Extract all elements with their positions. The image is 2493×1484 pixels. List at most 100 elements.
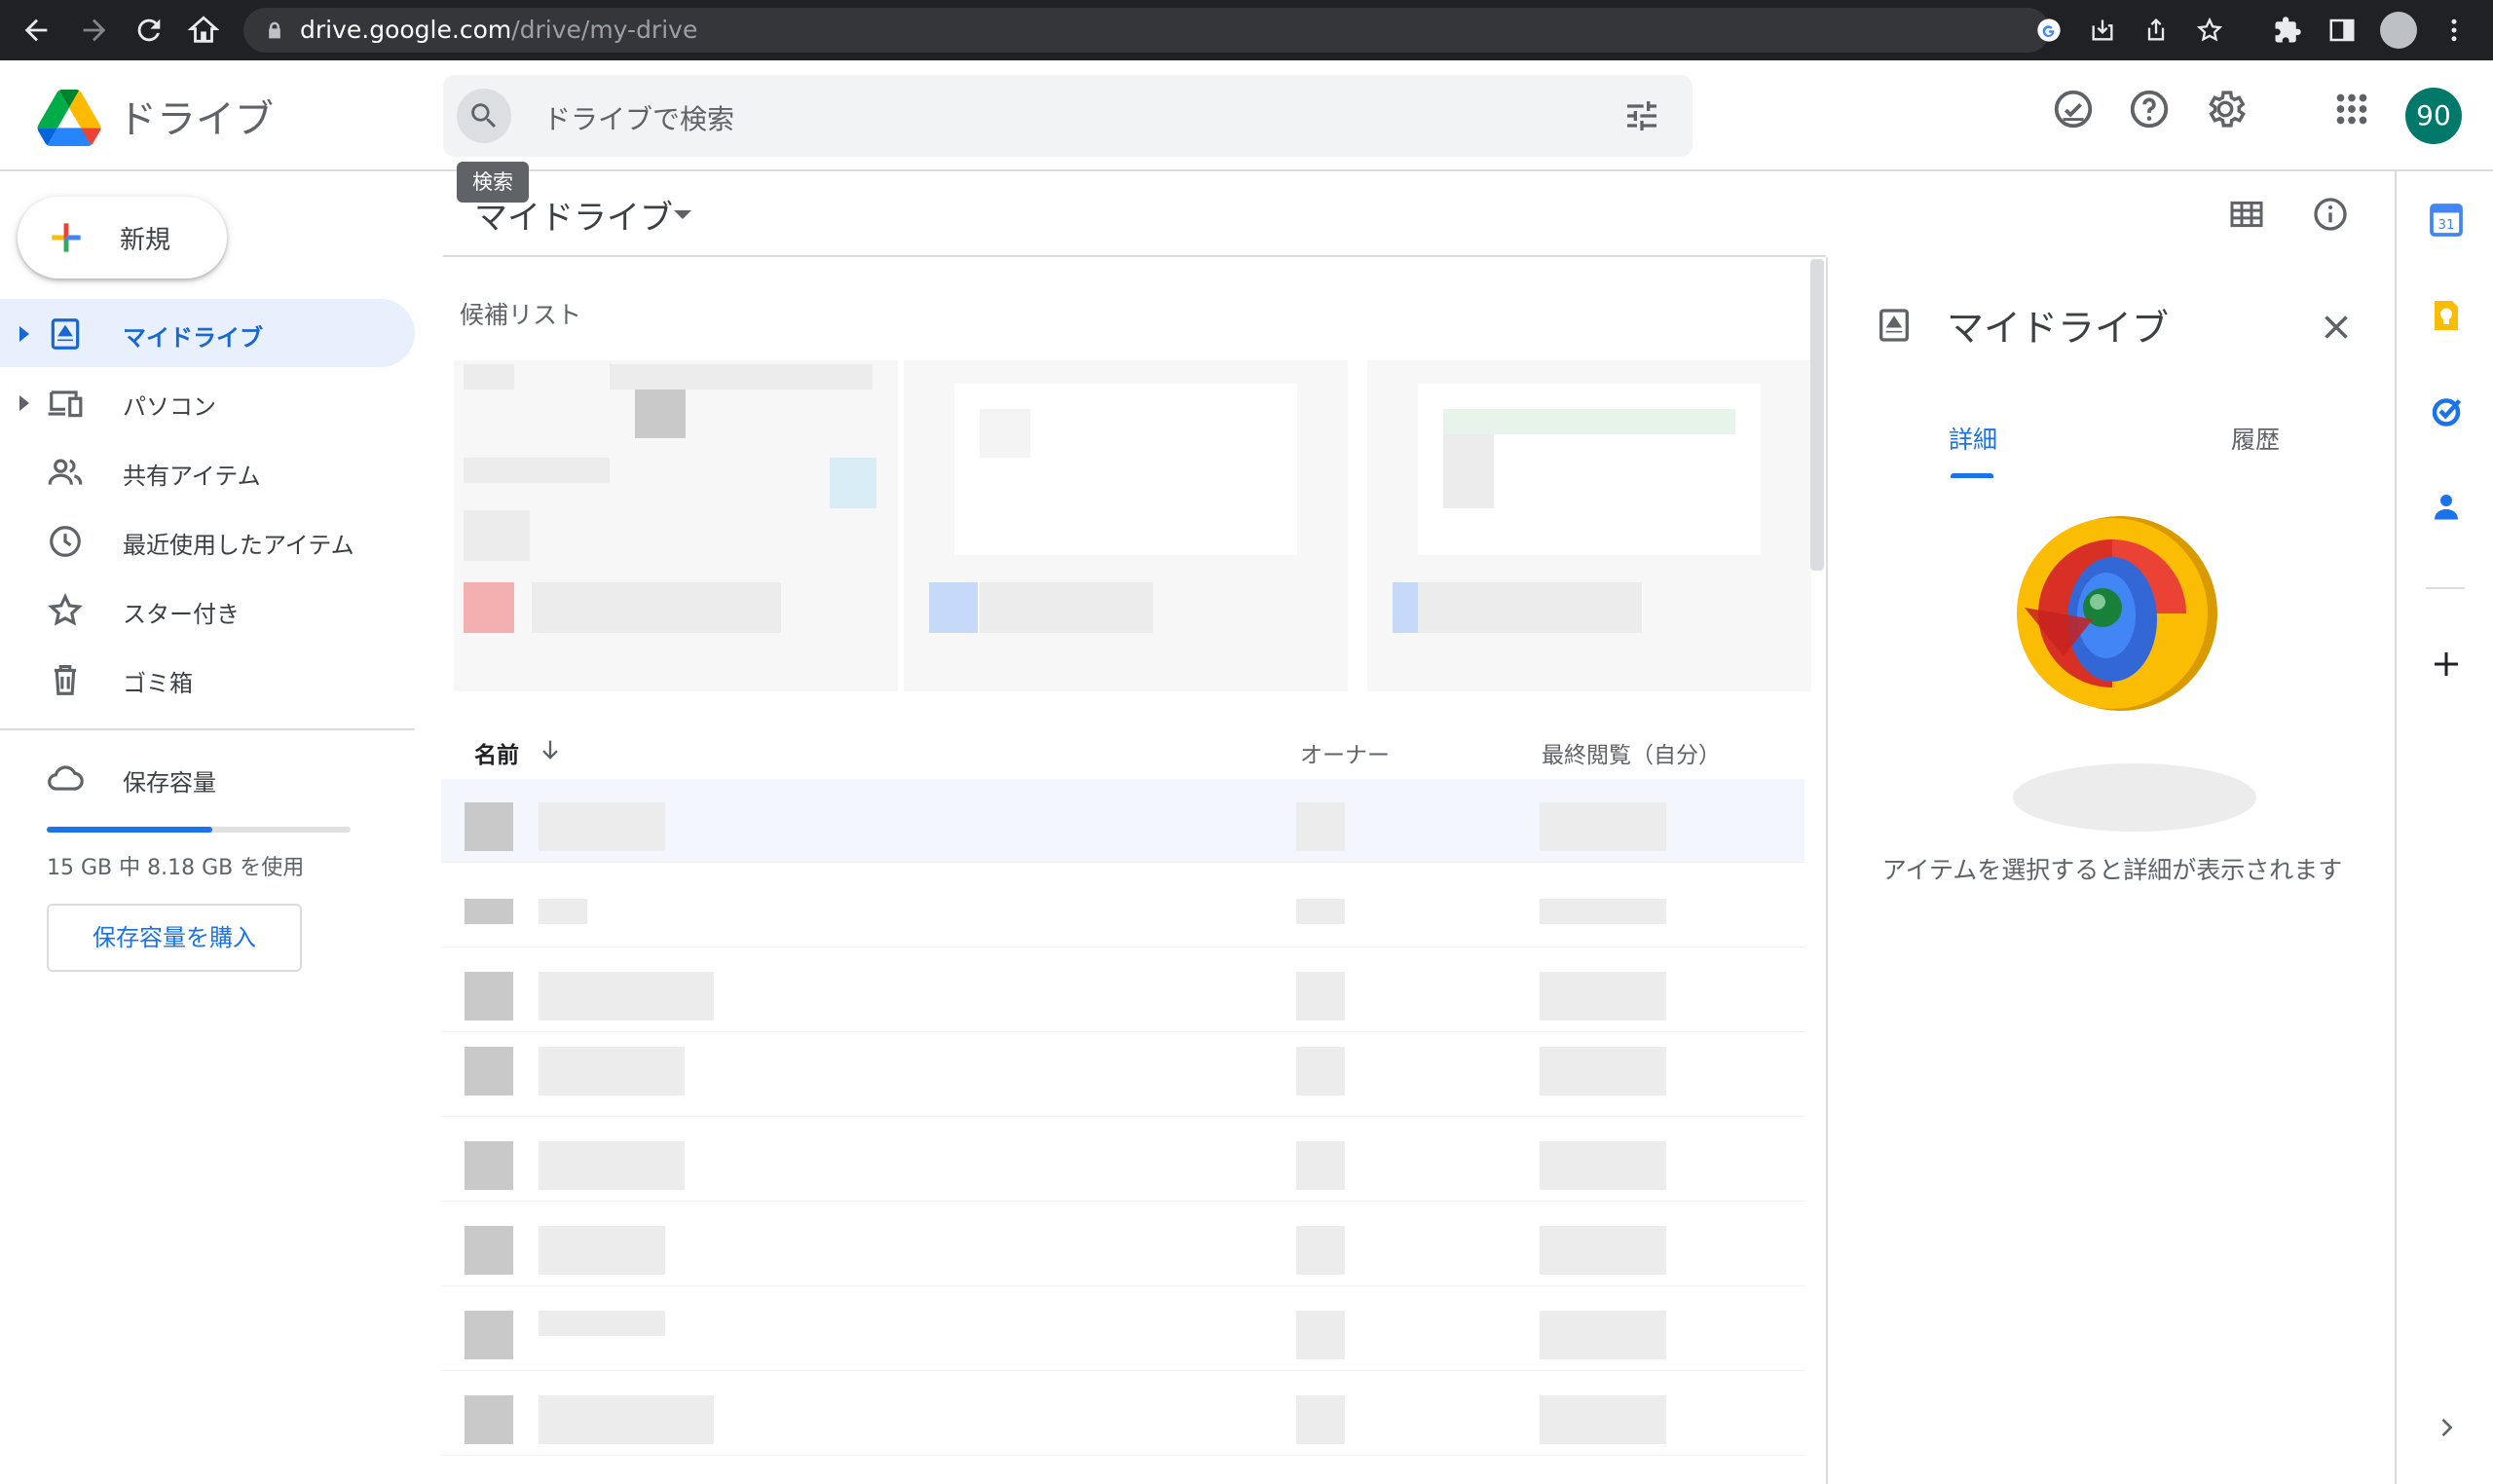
breadcrumb-dropdown-icon[interactable] [674, 210, 691, 219]
extensions-icon[interactable] [2273, 16, 2302, 45]
browser-menu-icon[interactable] [2444, 16, 2464, 45]
sidebar-item-label: ゴミ箱 [123, 670, 193, 697]
column-header-name[interactable]: 名前 [474, 736, 519, 769]
list-scrollbar[interactable] [1810, 259, 1824, 571]
app-name[interactable]: ドライブ [118, 88, 274, 144]
storage-usage-fill [47, 827, 213, 833]
table-row[interactable] [441, 948, 1805, 1032]
sidebar-item-label: 最近使用したアイテム [123, 532, 354, 559]
sidebar-item-label: パソコン [123, 393, 216, 421]
side-apps-bar: 31 [2395, 171, 2493, 1484]
sidebar-item-shared[interactable]: 共有アイテム [0, 437, 415, 505]
sidebar-item-trash[interactable]: ゴミ箱 [0, 645, 415, 713]
table-row[interactable] [441, 1372, 1805, 1456]
storage-label[interactable]: 保存容量 [123, 763, 216, 798]
forward-icon[interactable] [78, 14, 111, 47]
tab-indicator [1951, 473, 1993, 478]
details-empty-message: アイテムを選択すると詳細が表示されます [1881, 856, 2343, 884]
details-panel: マイドライブ 詳細 履歴 アイテムを選択すると詳細が表示されます [1826, 257, 2395, 1484]
install-icon[interactable] [2089, 17, 2116, 44]
sidebar-item-label: スター付き [123, 601, 240, 628]
main-divider [443, 255, 1826, 257]
star-icon [47, 592, 84, 629]
buy-storage-button[interactable]: 保存容量を購入 [47, 904, 302, 972]
expand-arrow-icon[interactable] [19, 395, 29, 411]
search-input[interactable]: ドライブで検索 [543, 98, 734, 137]
search-tooltip: 検索 [457, 162, 529, 203]
url-host: drive.google.com [300, 16, 512, 44]
sidebar-item-computers[interactable]: パソコン [0, 368, 415, 436]
table-row[interactable] [441, 779, 1805, 863]
search-options-icon[interactable] [1622, 96, 1661, 135]
calendar-icon[interactable]: 31 [2429, 203, 2464, 238]
recent-icon [47, 523, 84, 560]
add-app-icon[interactable] [2429, 647, 2464, 682]
table-row[interactable] [441, 1203, 1805, 1286]
side-panel-icon[interactable] [2327, 16, 2357, 45]
browser-toolbar: drive.google.com/drive/my-drive [0, 0, 2493, 60]
sort-arrow-down-icon[interactable] [537, 736, 564, 763]
tasks-icon[interactable] [2429, 393, 2464, 428]
column-header-owner[interactable]: オーナー [1300, 736, 1390, 769]
suggested-card[interactable] [454, 360, 898, 691]
settings-gear-icon[interactable] [2203, 87, 2248, 131]
grid-view-icon[interactable] [2227, 195, 2266, 234]
drive-logo-icon[interactable] [37, 90, 101, 146]
drive-header: ドライブ ドライブで検索 90 [0, 60, 2493, 171]
search-icon [467, 99, 501, 132]
tab-details[interactable]: 詳細 [1949, 421, 1997, 456]
sidebar-item-label: マイドライブ [123, 324, 263, 352]
svg-text:31: 31 [2437, 217, 2454, 233]
sidebar-item-starred[interactable]: スター付き [0, 575, 415, 644]
column-header-last-viewed[interactable]: 最終閲覧（自分） [1542, 736, 1721, 769]
suggested-section-title: 候補リスト [460, 301, 582, 329]
profile-avatar[interactable] [2380, 12, 2417, 49]
suggested-card[interactable] [904, 360, 1348, 691]
sidebar-item-recent[interactable]: 最近使用したアイテム [0, 506, 415, 575]
table-row[interactable] [441, 1118, 1805, 1202]
search-button[interactable] [457, 89, 511, 143]
my-drive-icon [47, 315, 84, 352]
google-lens-icon[interactable] [2035, 17, 2063, 44]
sidebar-item-my-drive[interactable]: マイドライブ [0, 299, 415, 367]
url-path: /drive/my-drive [511, 16, 698, 44]
lock-icon[interactable] [265, 20, 284, 40]
close-icon[interactable] [2319, 310, 2354, 345]
keep-icon[interactable] [2429, 298, 2464, 333]
storage-usage-text: 15 GB 中 8.18 GB を使用 [47, 856, 305, 880]
info-icon[interactable] [2311, 195, 2350, 234]
sidebar-divider [0, 728, 415, 730]
chevron-right-icon[interactable] [2433, 1414, 2460, 1441]
plus-icon [45, 216, 88, 259]
address-bar[interactable]: drive.google.com/drive/my-drive [243, 8, 2223, 53]
blurred-placeholder [2013, 763, 2256, 832]
bookmark-star-icon[interactable] [2196, 17, 2223, 44]
back-icon[interactable] [19, 14, 53, 47]
search-bar[interactable]: ドライブで検索 [443, 75, 1693, 157]
trash-icon [47, 661, 84, 698]
table-row[interactable] [441, 864, 1805, 947]
expand-arrow-icon[interactable] [19, 326, 29, 342]
storage-usage-bar [47, 827, 351, 833]
cloud-icon [45, 760, 86, 797]
home-icon[interactable] [187, 14, 220, 47]
tab-history[interactable]: 履歴 [2231, 421, 2280, 456]
new-button-label: 新規 [120, 226, 171, 255]
account-avatar[interactable]: 90 [2405, 88, 2462, 144]
shared-icon [47, 454, 84, 491]
table-row[interactable] [441, 1033, 1805, 1117]
new-button[interactable]: 新規 [18, 197, 227, 278]
url-text: drive.google.com/drive/my-drive [300, 8, 697, 53]
computers-icon [47, 385, 84, 422]
share-icon[interactable] [2142, 17, 2170, 44]
google-apps-icon[interactable] [2329, 87, 2374, 131]
contacts-icon[interactable] [2429, 489, 2464, 524]
my-drive-icon [1875, 306, 1914, 345]
offline-ready-icon[interactable] [2051, 87, 2096, 131]
sidebar-item-label: 共有アイテム [123, 463, 261, 490]
details-title: マイドライブ [1947, 307, 2170, 350]
table-row[interactable] [441, 1287, 1805, 1371]
reload-icon[interactable] [132, 14, 166, 47]
suggested-card[interactable] [1367, 360, 1811, 691]
help-icon[interactable] [2127, 87, 2172, 131]
